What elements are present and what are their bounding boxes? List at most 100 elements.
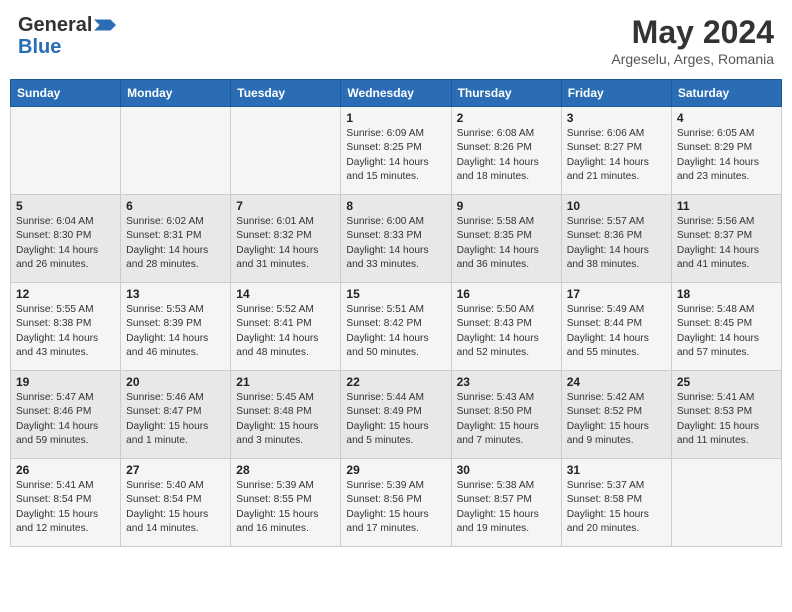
- calendar-cell: 20 Sunrise: 5:46 AMSunset: 8:47 PMDayligh…: [121, 371, 231, 459]
- calendar-body: 1 Sunrise: 6:09 AMSunset: 8:25 PMDaylight…: [11, 107, 782, 547]
- day-info: Sunrise: 5:39 AMSunset: 8:55 PMDaylight:…: [236, 479, 335, 536]
- calendar-cell: 22 Sunrise: 5:44 AMSunset: 8:49 PMDayligh…: [341, 371, 451, 459]
- weekday-header: Saturday: [671, 80, 781, 107]
- calendar-week-row: 12 Sunrise: 5:55 AMSunset: 8:38 PMDayligh…: [11, 283, 782, 371]
- day-number: 25: [677, 375, 776, 389]
- weekday-header: Tuesday: [231, 80, 341, 107]
- calendar-cell: 2Sunrise: 6:08 AMSunset: 8:26 PMDaylight…: [451, 107, 561, 195]
- day-info: Sunrise: 5:49 AMSunset: 8:44 PMDaylight:…: [567, 303, 666, 360]
- day-info: Sunrise: 5:55 AMSunset: 8:38 PMDaylight:…: [16, 303, 115, 360]
- day-number: 16: [457, 287, 556, 301]
- day-number: 12: [16, 287, 115, 301]
- day-number: 30: [457, 463, 556, 477]
- calendar-cell: 1 Sunrise: 6:09 AMSunset: 8:25 PMDaylight…: [341, 107, 451, 195]
- logo: General Blue: [18, 14, 116, 58]
- calendar-cell: 6 Sunrise: 6:02 AMSunset: 8:31 PMDaylight…: [121, 195, 231, 283]
- calendar-cell: 27 Sunrise: 5:40 AMSunset: 8:54 PMDayligh…: [121, 459, 231, 547]
- calendar-cell: [671, 459, 781, 547]
- calendar-cell: 4Sunrise: 6:05 AMSunset: 8:29 PMDaylight…: [671, 107, 781, 195]
- day-number: 20: [126, 375, 225, 389]
- day-number: 26: [16, 463, 115, 477]
- day-info: Sunrise: 5:39 AMSunset: 8:56 PMDaylight:…: [346, 479, 445, 536]
- calendar-cell: 15 Sunrise: 5:51 AMSunset: 8:42 PMDayligh…: [341, 283, 451, 371]
- day-info: Sunrise: 5:48 AMSunset: 8:45 PMDaylight:…: [677, 303, 776, 360]
- day-info: Sunrise: 5:57 AMSunset: 8:36 PMDaylight:…: [567, 215, 666, 272]
- day-number: 29: [346, 463, 445, 477]
- calendar-cell: 10 Sunrise: 5:57 AMSunset: 8:36 PMDayligh…: [561, 195, 671, 283]
- day-info: Sunrise: 6:04 AMSunset: 8:30 PMDaylight:…: [16, 215, 115, 272]
- calendar-cell: 3 Sunrise: 6:06 AMSunset: 8:27 PMDaylight…: [561, 107, 671, 195]
- day-info: Sunrise: 5:41 AMSunset: 8:53 PMDaylight:…: [677, 391, 776, 448]
- day-number: 14: [236, 287, 335, 301]
- day-number: 7: [236, 199, 335, 213]
- day-info: Sunrise: 6:02 AMSunset: 8:31 PMDaylight:…: [126, 215, 225, 272]
- title-block: May 2024 Argeselu, Arges, Romania: [611, 14, 774, 67]
- day-number: 31: [567, 463, 666, 477]
- day-number: 17: [567, 287, 666, 301]
- day-info: Sunrise: 5:51 AMSunset: 8:42 PMDaylight:…: [346, 303, 445, 360]
- day-info: Sunrise: 6:00 AMSunset: 8:33 PMDaylight:…: [346, 215, 445, 272]
- weekday-header-row: SundayMondayTuesdayWednesdayThursdayFrid…: [11, 80, 782, 107]
- logo-general: General: [18, 14, 116, 36]
- month-year: May 2024: [611, 14, 774, 51]
- calendar-cell: 31 Sunrise: 5:37 AMSunset: 8:58 PMDayligh…: [561, 459, 671, 547]
- day-number: 19: [16, 375, 115, 389]
- weekday-header: Friday: [561, 80, 671, 107]
- calendar-cell: 24Sunrise: 5:42 AMSunset: 8:52 PMDayligh…: [561, 371, 671, 459]
- weekday-header: Sunday: [11, 80, 121, 107]
- calendar-cell: 16 Sunrise: 5:50 AMSunset: 8:43 PMDayligh…: [451, 283, 561, 371]
- day-number: 18: [677, 287, 776, 301]
- calendar-cell: 21 Sunrise: 5:45 AMSunset: 8:48 PMDayligh…: [231, 371, 341, 459]
- calendar-cell: 11 Sunrise: 5:56 AMSunset: 8:37 PMDayligh…: [671, 195, 781, 283]
- day-number: 22: [346, 375, 445, 389]
- day-info: Sunrise: 5:56 AMSunset: 8:37 PMDaylight:…: [677, 215, 776, 272]
- day-info: Sunrise: 5:45 AMSunset: 8:48 PMDaylight:…: [236, 391, 335, 448]
- calendar-cell: [121, 107, 231, 195]
- location: Argeselu, Arges, Romania: [611, 51, 774, 67]
- calendar-cell: 28 Sunrise: 5:39 AMSunset: 8:55 PMDayligh…: [231, 459, 341, 547]
- day-number: 3: [567, 111, 666, 125]
- calendar-cell: 5 Sunrise: 6:04 AMSunset: 8:30 PMDaylight…: [11, 195, 121, 283]
- weekday-header: Thursday: [451, 80, 561, 107]
- day-number: 4: [677, 111, 776, 125]
- day-number: 27: [126, 463, 225, 477]
- calendar-cell: 8 Sunrise: 6:00 AMSunset: 8:33 PMDaylight…: [341, 195, 451, 283]
- day-info: Sunrise: 6:09 AMSunset: 8:25 PMDaylight:…: [346, 127, 445, 184]
- day-number: 24: [567, 375, 666, 389]
- day-number: 23: [457, 375, 556, 389]
- calendar-cell: 18 Sunrise: 5:48 AMSunset: 8:45 PMDayligh…: [671, 283, 781, 371]
- calendar-cell: 12 Sunrise: 5:55 AMSunset: 8:38 PMDayligh…: [11, 283, 121, 371]
- calendar-cell: 26Sunrise: 5:41 AMSunset: 8:54 PMDayligh…: [11, 459, 121, 547]
- day-info: Sunrise: 5:46 AMSunset: 8:47 PMDaylight:…: [126, 391, 225, 448]
- day-number: 1: [346, 111, 445, 125]
- calendar-week-row: 19 Sunrise: 5:47 AMSunset: 8:46 PMDayligh…: [11, 371, 782, 459]
- day-info: Sunrise: 6:08 AMSunset: 8:26 PMDaylight:…: [457, 127, 556, 184]
- day-info: Sunrise: 5:37 AMSunset: 8:58 PMDaylight:…: [567, 479, 666, 536]
- day-info: Sunrise: 5:50 AMSunset: 8:43 PMDaylight:…: [457, 303, 556, 360]
- day-info: Sunrise: 6:01 AMSunset: 8:32 PMDaylight:…: [236, 215, 335, 272]
- weekday-header: Monday: [121, 80, 231, 107]
- calendar-cell: 30Sunrise: 5:38 AMSunset: 8:57 PMDayligh…: [451, 459, 561, 547]
- calendar-cell: 17 Sunrise: 5:49 AMSunset: 8:44 PMDayligh…: [561, 283, 671, 371]
- calendar-cell: 19 Sunrise: 5:47 AMSunset: 8:46 PMDayligh…: [11, 371, 121, 459]
- day-number: 21: [236, 375, 335, 389]
- day-number: 15: [346, 287, 445, 301]
- day-info: Sunrise: 5:47 AMSunset: 8:46 PMDaylight:…: [16, 391, 115, 448]
- logo-arrow-icon: [94, 14, 116, 36]
- day-number: 11: [677, 199, 776, 213]
- calendar-table: SundayMondayTuesdayWednesdayThursdayFrid…: [10, 79, 782, 547]
- calendar-week-row: 1 Sunrise: 6:09 AMSunset: 8:25 PMDaylight…: [11, 107, 782, 195]
- day-number: 28: [236, 463, 335, 477]
- day-info: Sunrise: 6:06 AMSunset: 8:27 PMDaylight:…: [567, 127, 666, 184]
- header: General Blue May 2024 Argeselu, Arges, R…: [10, 10, 782, 71]
- calendar-header: SundayMondayTuesdayWednesdayThursdayFrid…: [11, 80, 782, 107]
- day-info: Sunrise: 5:52 AMSunset: 8:41 PMDaylight:…: [236, 303, 335, 360]
- day-number: 10: [567, 199, 666, 213]
- day-number: 5: [16, 199, 115, 213]
- day-number: 8: [346, 199, 445, 213]
- day-number: 9: [457, 199, 556, 213]
- calendar-cell: 13Sunrise: 5:53 AMSunset: 8:39 PMDayligh…: [121, 283, 231, 371]
- day-number: 6: [126, 199, 225, 213]
- day-info: Sunrise: 5:40 AMSunset: 8:54 PMDaylight:…: [126, 479, 225, 536]
- day-info: Sunrise: 5:44 AMSunset: 8:49 PMDaylight:…: [346, 391, 445, 448]
